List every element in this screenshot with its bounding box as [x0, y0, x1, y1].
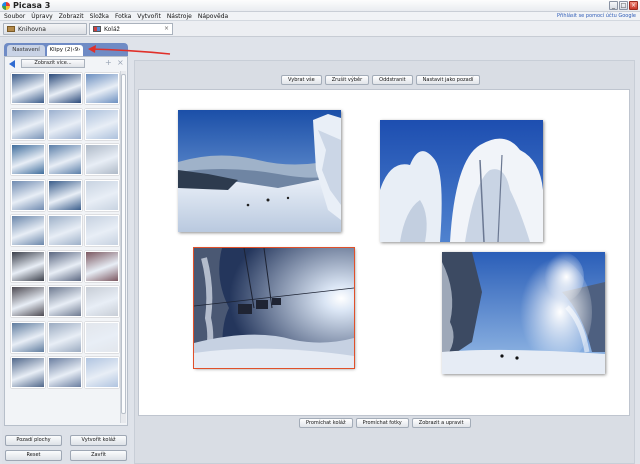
collage-area: Vybrat vše Zrušit výběr Oddstranit Nastavit… — [131, 38, 638, 464]
clip-thumbnail[interactable] — [48, 250, 82, 282]
clip-thumbnail[interactable] — [11, 215, 45, 246]
clip-thumbnail[interactable] — [48, 73, 82, 104]
clip-thumbnail[interactable] — [48, 179, 82, 211]
collage-bottom-buttons: Promíchat koláž Promíchat fotky Zobrazit a… — [299, 418, 471, 428]
tab-settings[interactable]: Nastavení — [7, 45, 45, 56]
show-more-button[interactable]: Zobrazit více... — [21, 59, 85, 68]
clip-thumbnail[interactable] — [48, 321, 82, 353]
minimize-button[interactable]: _ — [609, 1, 618, 10]
clip-thumbnails — [11, 73, 119, 390]
collage-settings-panel: Nastavení Klipy (2)‹9› Zobrazit více... … — [2, 38, 130, 464]
clip-thumbnail[interactable] — [85, 250, 119, 282]
menu-item-3[interactable]: Složka — [90, 13, 109, 20]
panel-tabs: Nastavení Klipy (2)‹9› — [4, 43, 128, 56]
menu-bar: Soubor Úpravy Zobrazit Složka Fotka Vytvořit N… — [0, 12, 640, 21]
clip-thumbnail[interactable] — [11, 73, 45, 104]
clip-thumbnail[interactable] — [11, 108, 45, 140]
clip-thumbnail[interactable] — [85, 357, 119, 388]
tab-library-label: Knihovna — [18, 26, 46, 33]
photo-frosted-trees[interactable] — [380, 120, 543, 242]
clip-thumbnail[interactable] — [48, 215, 82, 246]
clip-thumbnail[interactable] — [48, 144, 82, 175]
clip-thumbnail[interactable] — [85, 144, 119, 175]
collage-icon — [93, 26, 101, 32]
collage-bottom-button-0[interactable]: Promíchat koláž — [299, 418, 353, 428]
menu-item-1[interactable]: Úpravy — [31, 13, 52, 20]
clip-thumbnail[interactable] — [48, 357, 82, 388]
scrollbar-thumb[interactable] — [121, 74, 126, 414]
tab-collage-label: Koláž — [104, 26, 120, 33]
clip-thumbnail[interactable] — [11, 321, 45, 353]
library-icon — [7, 26, 15, 32]
add-icon[interactable]: + — [105, 58, 112, 67]
clips-panel-body: Zobrazit více... + × — [4, 56, 128, 426]
clip-thumbnail[interactable] — [85, 179, 119, 211]
remove-icon[interactable]: × — [117, 58, 124, 67]
window-title: Picasa 3 — [13, 1, 51, 10]
clip-thumbnail[interactable] — [11, 286, 45, 317]
collage-canvas[interactable] — [138, 89, 630, 416]
close-window-button[interactable]: × — [629, 1, 638, 10]
collage-bottom-button-1[interactable]: Promíchat fotky — [355, 418, 409, 428]
clip-thumbnail[interactable] — [11, 250, 45, 282]
collage-top-button-1[interactable]: Zrušit výběr — [324, 75, 370, 85]
menu-item-6[interactable]: Nástroje — [167, 13, 192, 20]
clip-thumbnail[interactable] — [11, 144, 45, 175]
maximize-button[interactable]: □ — [619, 1, 628, 10]
clip-thumbnail[interactable] — [85, 321, 119, 353]
create-collage-button[interactable]: Vytvořit koláž — [70, 435, 127, 446]
photo-chairlift[interactable] — [193, 247, 355, 369]
tab-library[interactable]: Knihovna — [3, 23, 87, 35]
clip-thumbnail[interactable] — [48, 286, 82, 317]
menu-item-5[interactable]: Vytvořit — [137, 13, 161, 20]
clips-nav: Zobrazit více... + × — [7, 58, 125, 69]
tab-clips[interactable]: Klipy (2)‹9› — [47, 45, 83, 56]
collage-top-button-2[interactable]: Oddstranit — [372, 75, 413, 85]
clip-thumbnail[interactable] — [85, 73, 119, 104]
collage-top-button-0[interactable]: Vybrat vše — [281, 75, 322, 85]
menu-items: Soubor Úpravy Zobrazit Složka Fotka Vytvořit N… — [4, 13, 228, 20]
title-bar: Picasa 3 _ □ × — [0, 0, 640, 12]
clip-thumbnail[interactable] — [85, 215, 119, 246]
photo-ski-slope[interactable] — [178, 110, 341, 232]
reset-button[interactable]: Reset — [5, 450, 62, 461]
photo-snow-cannon[interactable] — [442, 252, 605, 374]
close-button[interactable]: Zavřít — [70, 450, 127, 461]
collage-top-button-3[interactable]: Nastavit jako pozadí — [415, 75, 481, 85]
menu-item-7[interactable]: Nápověda — [198, 13, 228, 20]
tab-collage[interactable]: Koláž × — [89, 23, 173, 35]
toolbar: Knihovna Koláž × — [0, 21, 640, 37]
menu-item-0[interactable]: Soubor — [4, 13, 25, 20]
clip-thumbnail[interactable] — [11, 357, 45, 388]
window-controls: _ □ × — [609, 1, 638, 10]
menu-item-2[interactable]: Zobrazit — [59, 13, 84, 20]
back-arrow-icon[interactable] — [9, 60, 15, 68]
collage-bottom-button-2[interactable]: Zobrazit a upravit — [411, 418, 471, 428]
google-signin-link[interactable]: Přihlásit se pomocí účtu Google — [557, 13, 636, 19]
clip-thumbnail[interactable] — [48, 108, 82, 140]
menu-item-4[interactable]: Fotka — [115, 13, 131, 20]
clip-thumbnail[interactable] — [85, 286, 119, 317]
background-button[interactable]: Pozadí plochy — [5, 435, 62, 446]
picasa-logo-icon — [2, 2, 10, 10]
panel-scrollbar[interactable] — [120, 71, 126, 423]
close-tab-icon[interactable]: × — [164, 25, 169, 32]
collage-top-buttons: Vybrat vše Zrušit výběr Oddstranit Nastavit… — [281, 75, 481, 85]
clip-thumbnail[interactable] — [85, 108, 119, 140]
clip-thumbnail[interactable] — [11, 179, 45, 211]
